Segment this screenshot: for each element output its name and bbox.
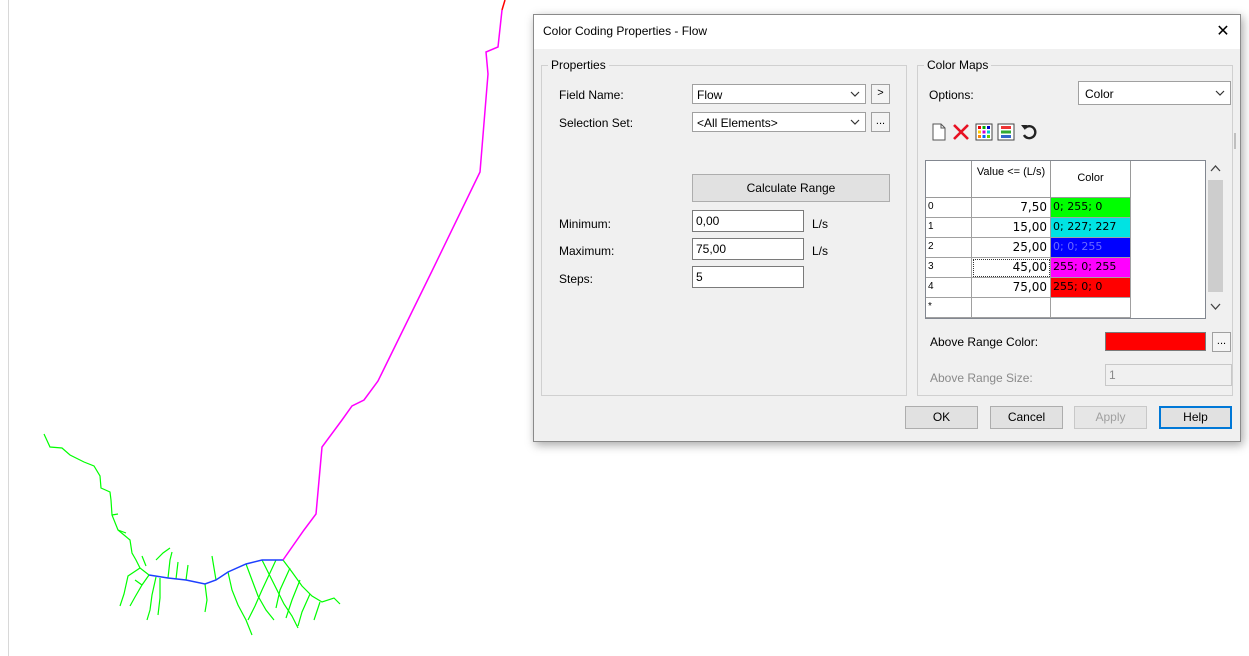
value-cell-new[interactable] [972,298,1051,318]
above-range-size-value: 1 [1109,368,1116,382]
row-header[interactable]: 4 [926,278,972,298]
minimum-input[interactable]: 0,00 [692,210,804,232]
pipe-green [227,571,253,636]
chevron-down-icon [850,119,860,125]
value-column-header[interactable]: Value <= (L/s) [972,161,1051,198]
toolbar-scroll-edge [1234,133,1236,149]
above-range-size-label: Above Range Size: [930,371,1033,385]
row-header[interactable]: 2 [926,238,972,258]
color-cell[interactable]: 0; 0; 255 [1051,238,1131,258]
minimum-label: Minimum: [559,217,612,231]
pipe-magenta [282,9,503,561]
steps-input[interactable]: 5 [692,266,804,288]
field-name-value: Flow [697,88,723,102]
color-cell[interactable]: 255; 0; 255 [1051,258,1131,278]
color-map-table[interactable]: Value <= (L/s) Color 0 7,50 0; 255; 0 1 15,0… [925,160,1206,319]
maximum-value: 75,00 [696,242,727,256]
properties-legend: Properties [548,58,609,72]
value-cell[interactable]: 25,00 [972,238,1051,258]
table-corner [926,161,972,198]
minimum-unit: L/s [812,217,829,231]
color-cell-new[interactable] [1051,298,1131,318]
pipe-green [43,433,150,576]
table-scrollbar[interactable] [1207,160,1224,319]
pipe-green [141,547,171,567]
pipe-green [119,567,150,607]
value-cell[interactable]: 15,00 [972,218,1051,238]
reset-icon[interactable] [1020,123,1038,141]
color-grid-icon[interactable] [975,123,993,141]
value-cell[interactable]: 45,00 [972,258,1051,278]
selection-set-value: <All Elements> [697,116,778,130]
delete-icon[interactable] [952,123,970,141]
pipe-green [275,567,301,619]
above-range-color-button[interactable]: ... [1212,332,1231,352]
selection-set-browse-button[interactable]: ... [871,112,890,132]
scrollbar-thumb[interactable] [1208,180,1223,292]
ramp-icon[interactable] [997,123,1015,141]
selection-set-dropdown[interactable]: <All Elements> [692,112,866,132]
help-button[interactable]: Help [1159,406,1232,429]
pipe-green [247,559,277,621]
color-maps-legend: Color Maps [924,58,992,72]
color-column-header[interactable]: Color [1051,161,1131,198]
above-range-color-label: Above Range Color: [930,335,1039,349]
ok-button[interactable]: OK [905,406,978,429]
pipe-green [111,513,127,534]
cancel-button[interactable]: Cancel [990,406,1063,429]
steps-value: 5 [696,270,703,284]
minimum-value: 0,00 [696,214,720,228]
chevron-down-icon[interactable] [1210,302,1221,311]
maximum-input[interactable]: 75,00 [692,238,804,260]
color-coding-dialog: Color Coding Properties - Flow ✕ Propert… [533,14,1241,442]
calculate-range-button[interactable]: Calculate Range [692,174,890,202]
dialog-title: Color Coding Properties - Flow [543,24,708,38]
value-cell[interactable]: 75,00 [972,278,1051,298]
options-dropdown[interactable]: Color [1078,81,1231,105]
row-header[interactable]: 0 [926,198,972,218]
field-name-dropdown[interactable]: Flow [692,84,866,104]
pipe-green [146,576,161,621]
chevron-up-icon[interactable] [1210,164,1221,173]
color-cell[interactable]: 255; 0; 0 [1051,278,1131,298]
field-name-label: Field Name: [559,88,624,102]
above-range-color-swatch[interactable] [1105,332,1206,351]
maximum-unit: L/s [812,244,829,258]
field-name-next-button[interactable]: > [871,84,890,104]
color-cell[interactable]: 0; 255; 0 [1051,198,1131,218]
maximum-label: Maximum: [559,244,615,258]
pipe-green [167,551,189,581]
row-header[interactable]: 3 [926,258,972,278]
above-range-size-input: 1 [1105,364,1232,386]
apply-button[interactable]: Apply [1074,406,1147,429]
row-header[interactable]: 1 [926,218,972,238]
pipe-green [261,559,299,629]
value-cell[interactable]: 7,50 [972,198,1051,218]
selection-set-label: Selection Set: [559,116,634,130]
pipe-green [282,559,341,605]
dialog-titlebar: Color Coding Properties - Flow ✕ [534,15,1240,49]
new-icon[interactable] [930,123,948,141]
options-label: Options: [929,88,974,102]
pipe-red [501,0,506,11]
new-row-marker[interactable]: * [926,298,972,318]
options-value: Color [1085,87,1114,101]
steps-label: Steps: [559,272,594,286]
color-cell[interactable]: 0; 227; 227 [1051,218,1131,238]
close-icon[interactable]: ✕ [1206,15,1240,49]
chevron-down-icon [1215,90,1225,96]
chevron-down-icon [850,91,860,97]
